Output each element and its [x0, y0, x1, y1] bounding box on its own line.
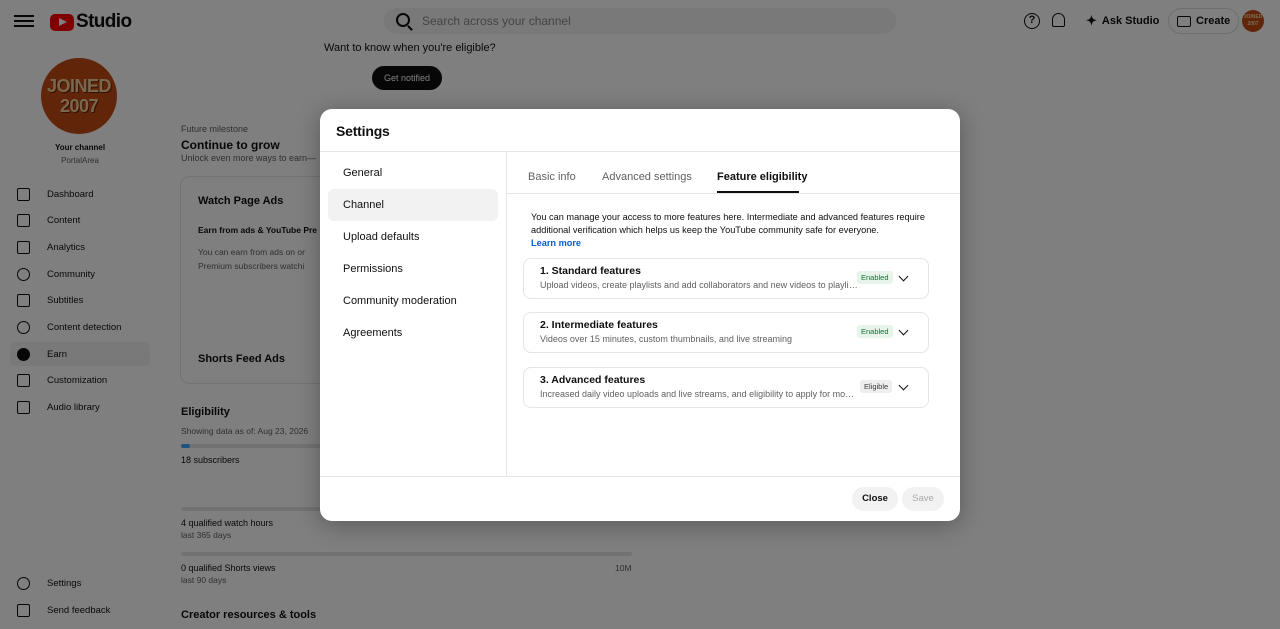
feature-title: 2. Intermediate features: [540, 319, 658, 331]
chevron-down-icon[interactable]: [898, 380, 909, 391]
chevron-down-icon[interactable]: [898, 325, 909, 336]
feature-title: 1. Standard features: [540, 265, 641, 277]
tab-basic-info[interactable]: Basic info: [528, 171, 576, 201]
intermediate-features-row[interactable]: 2. Intermediate features Videos over 15 …: [523, 312, 929, 353]
tab-advanced-settings[interactable]: Advanced settings: [602, 171, 692, 201]
status-badge: Enabled: [857, 271, 893, 284]
status-badge: Enabled: [857, 325, 893, 338]
status-badge: Eligible: [860, 380, 893, 393]
learn-more-link[interactable]: Learn more: [531, 238, 581, 248]
feature-description: Increased daily video uploads and live s…: [540, 389, 858, 399]
settings-nav-community-moderation[interactable]: Community moderation: [328, 285, 498, 317]
feature-description: Upload videos, create playlists and add …: [540, 280, 858, 290]
settings-nav-permissions[interactable]: Permissions: [328, 253, 498, 285]
feature-description: Videos over 15 minutes, custom thumbnail…: [540, 334, 792, 344]
standard-features-row[interactable]: 1. Standard features Upload videos, crea…: [523, 258, 929, 299]
settings-nav-general[interactable]: General: [328, 157, 498, 189]
settings-nav-upload-defaults[interactable]: Upload defaults: [328, 221, 498, 253]
settings-nav-channel[interactable]: Channel: [328, 189, 498, 221]
settings-nav-agreements[interactable]: Agreements: [328, 317, 498, 349]
chevron-down-icon[interactable]: [898, 271, 909, 282]
divider: [507, 193, 960, 194]
divider: [320, 151, 960, 152]
dialog-title: Settings: [336, 123, 390, 139]
save-button[interactable]: Save: [902, 487, 944, 511]
divider: [320, 476, 960, 477]
close-button[interactable]: Close: [852, 487, 898, 511]
feature-eligibility-intro: You can manage your access to more featu…: [531, 212, 925, 235]
advanced-features-row[interactable]: 3. Advanced features Increased daily vid…: [523, 367, 929, 408]
feature-title: 3. Advanced features: [540, 374, 646, 386]
settings-dialog: Settings General Channel Upload defaults…: [320, 109, 960, 521]
tab-feature-eligibility[interactable]: Feature eligibility: [717, 171, 807, 201]
divider: [506, 151, 507, 476]
